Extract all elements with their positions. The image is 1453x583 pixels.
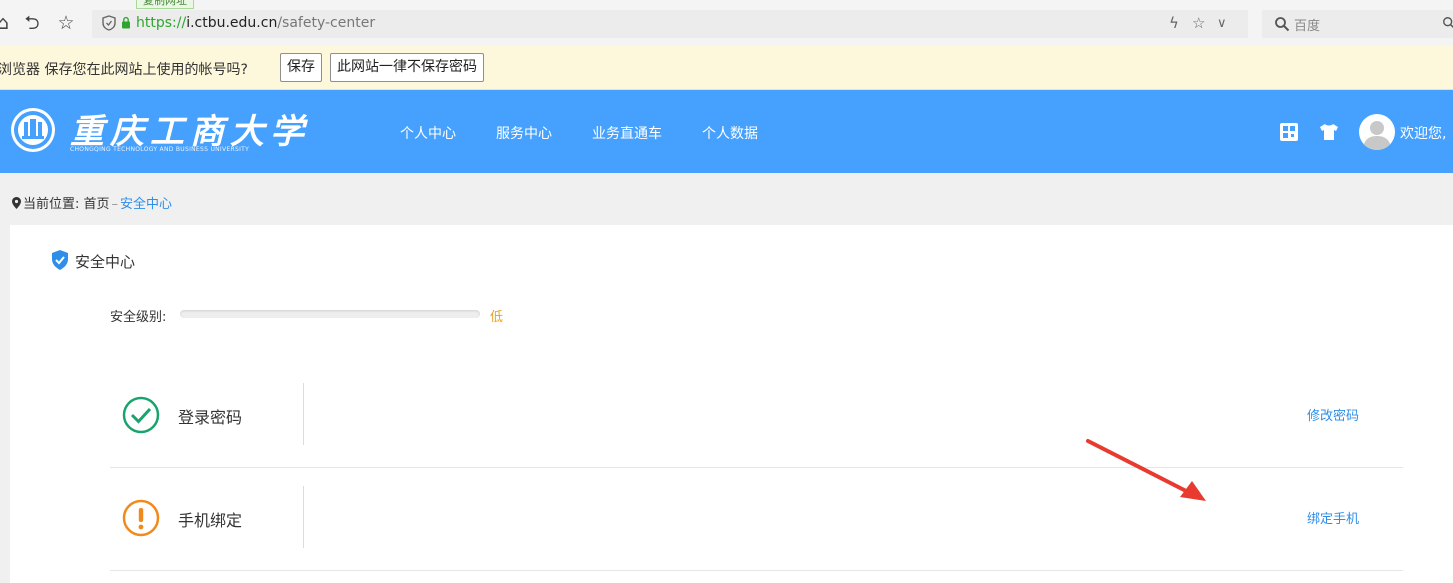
breadcrumb-home[interactable]: 首页 [84, 197, 110, 212]
location-pin-icon [12, 197, 21, 209]
nav-service-center[interactable]: 服务中心 [496, 123, 552, 143]
annotation-arrow [1086, 439, 1206, 501]
qr-code-icon[interactable] [1279, 122, 1299, 142]
browser-toolbar: 复制网址 ⌂ ⮌ ☆ https://i.ctbu.edu.cn/safety-… [0, 0, 1453, 46]
row-divider [303, 383, 304, 445]
page-title: 安全中心 [75, 253, 136, 271]
breadcrumb-current[interactable]: 安全中心 [120, 197, 172, 212]
bookmark-star-icon[interactable]: ☆ [55, 12, 77, 34]
row-divider [303, 486, 304, 548]
university-seal-logo[interactable] [10, 107, 56, 153]
favorite-star-icon[interactable]: ☆ [1192, 14, 1205, 32]
shield-check-icon [52, 250, 68, 270]
breadcrumb-separator: – [111, 197, 119, 212]
search-box[interactable]: 百度 [1262, 10, 1453, 38]
change-password-link[interactable]: 修改密码 [1307, 405, 1359, 424]
search-placeholder: 百度 [1294, 19, 1321, 34]
exclamation-circle-icon [122, 499, 160, 537]
save-password-button[interactable]: 保存 [280, 53, 322, 82]
security-level-bar [180, 310, 480, 318]
logo-english-name: CHONGQING TECHNOLOGY AND BUSINESS UNIVER… [70, 146, 250, 153]
user-silhouette-icon [1363, 121, 1391, 150]
row-label-phone-binding: 手机绑定 [178, 511, 243, 530]
breadcrumb: 当前位置: 首页 – 安全中心 [12, 193, 172, 212]
security-center-card: 安全中心 安全级别: 低 登录密码 修改密码 手机绑定 绑定手机 [10, 225, 1453, 583]
nav-personal-center[interactable]: 个人中心 [400, 123, 456, 143]
lightning-icon[interactable]: ϟ [1169, 14, 1179, 32]
nav-business-express[interactable]: 业务直通车 [592, 123, 662, 143]
welcome-text[interactable]: 欢迎您, [1400, 123, 1446, 143]
save-password-bar: 浏览器 保存您在此网站上使用的帐号吗? 保存 此网站一律不保存密码 [0, 46, 1453, 90]
undo-icon[interactable]: ⮌ [21, 12, 43, 34]
never-save-password-button[interactable]: 此网站一律不保存密码 [330, 53, 484, 82]
search-icon [1275, 17, 1290, 32]
bind-phone-link[interactable]: 绑定手机 [1307, 508, 1359, 527]
home-icon[interactable]: ⌂ [0, 12, 14, 34]
breadcrumb-prefix: 当前位置: [23, 197, 80, 212]
shield-icon [102, 15, 116, 31]
address-bar[interactable]: https://i.ctbu.edu.cn/safety-center ϟ ☆ … [92, 10, 1248, 38]
security-level-value: 低 [490, 310, 504, 325]
avatar[interactable] [1359, 114, 1395, 150]
search-submit-icon[interactable] [1442, 16, 1453, 30]
save-password-message: 浏览器 保存您在此网站上使用的帐号吗? [0, 62, 248, 78]
row-label-login-password: 登录密码 [178, 408, 243, 427]
security-level-label: 安全级别: [110, 310, 167, 325]
theme-shirt-icon[interactable] [1319, 122, 1339, 142]
lock-icon [122, 16, 130, 29]
chevron-down-icon[interactable]: ∨ [1217, 16, 1227, 31]
nav-personal-data[interactable]: 个人数据 [702, 123, 758, 143]
site-header: 重庆工商大学 CHONGQING TECHNOLOGY AND BUSINESS… [0, 90, 1453, 173]
copy-url-tip[interactable]: 复制网址 [136, 0, 194, 9]
url-text[interactable]: https://i.ctbu.edu.cn/safety-center [136, 15, 375, 31]
check-circle-icon [122, 396, 160, 434]
